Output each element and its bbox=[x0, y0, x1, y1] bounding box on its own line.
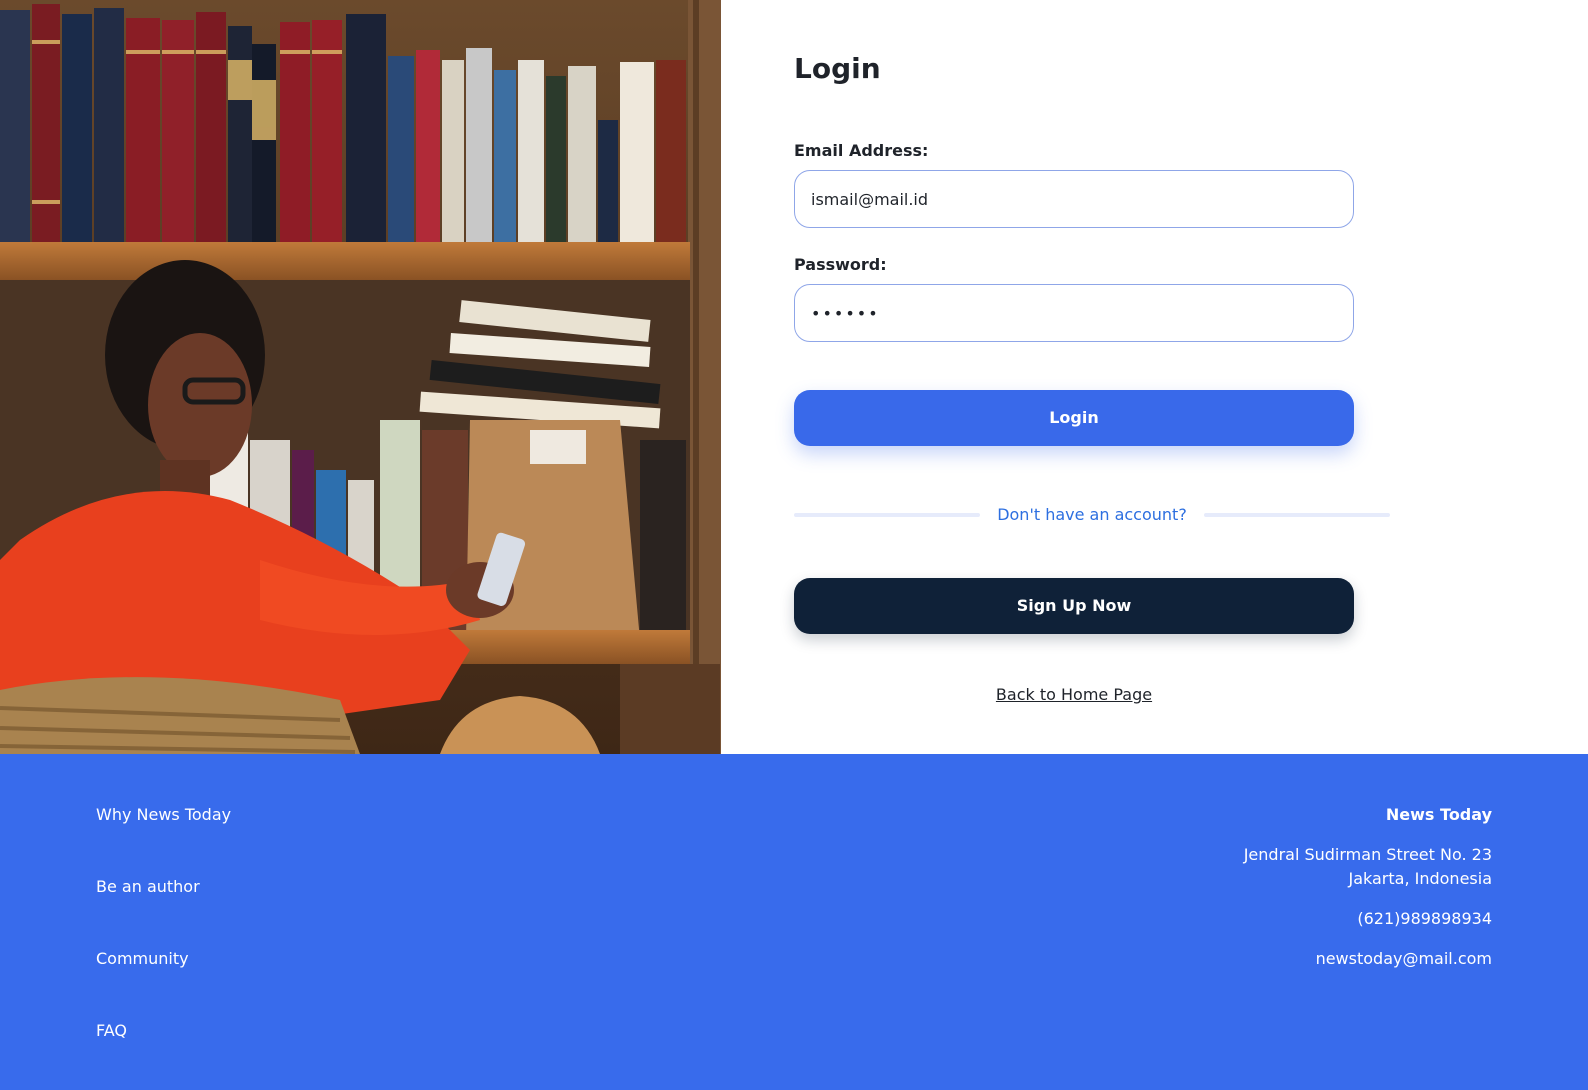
footer-link-be-an-author[interactable]: Be an author bbox=[96, 877, 200, 896]
divider-line-right bbox=[1204, 513, 1390, 517]
login-page: Login Email Address: Password: Login Don… bbox=[0, 0, 1588, 754]
email-field[interactable] bbox=[794, 170, 1354, 228]
footer-address-line1: Jendral Sudirman Street No. 23 bbox=[1243, 845, 1492, 864]
email-label: Email Address: bbox=[794, 141, 929, 160]
password-label: Password: bbox=[794, 255, 887, 274]
footer-brand: News Today bbox=[1385, 805, 1492, 824]
login-button[interactable]: Login bbox=[794, 390, 1354, 446]
signup-divider: Don't have an account? bbox=[794, 503, 1390, 527]
password-field[interactable] bbox=[794, 284, 1354, 342]
page-title: Login bbox=[794, 52, 881, 85]
footer: Why News Today Be an author Community FA… bbox=[0, 754, 1588, 1090]
footer-link-why-news-today[interactable]: Why News Today bbox=[96, 805, 231, 824]
footer-phone: (621)989898934 bbox=[1357, 909, 1492, 928]
footer-email: newstoday@mail.com bbox=[1315, 949, 1492, 968]
sign-up-button[interactable]: Sign Up Now bbox=[794, 578, 1354, 634]
hero-photo bbox=[0, 0, 721, 754]
footer-link-community[interactable]: Community bbox=[96, 949, 189, 968]
back-to-home-link[interactable]: Back to Home Page bbox=[794, 685, 1354, 704]
footer-address-line2: Jakarta, Indonesia bbox=[1348, 869, 1492, 888]
footer-link-faq[interactable]: FAQ bbox=[96, 1021, 127, 1040]
